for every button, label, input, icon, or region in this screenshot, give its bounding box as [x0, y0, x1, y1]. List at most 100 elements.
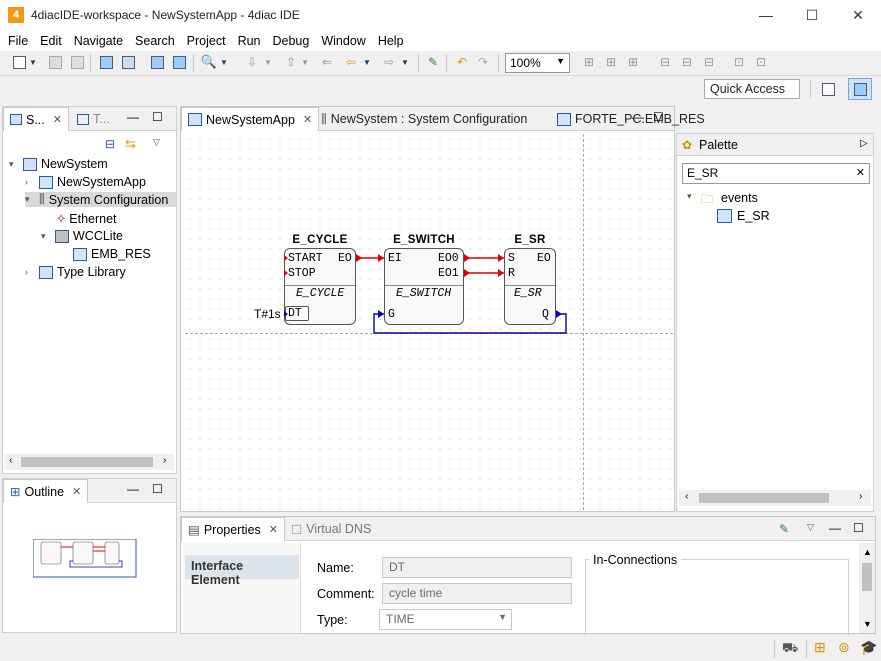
perspective-4diac-icon[interactable]	[848, 78, 872, 100]
undo-icon[interactable]: ↶	[453, 53, 471, 71]
search-dropdown-icon[interactable]: ▼	[219, 53, 229, 71]
palette-search-input[interactable]: E_SR ✕	[682, 163, 870, 184]
pin-start[interactable]: START	[288, 252, 323, 265]
close-icon[interactable]: ✕	[72, 485, 81, 498]
maximize-view-icon[interactable]: ☐	[152, 482, 163, 496]
prev-annotation-dropdown-icon[interactable]: ▼	[300, 53, 310, 71]
pin-sr-eo[interactable]: EO	[537, 252, 551, 265]
scrollbar-thumb[interactable]	[21, 457, 153, 467]
tree-item-emb-res[interactable]: EMB_RES	[73, 247, 151, 261]
menu-debug[interactable]: Debug	[273, 34, 316, 48]
outline-thumbnail[interactable]	[33, 539, 138, 579]
menu-window[interactable]: Window	[321, 34, 371, 48]
quick-access-field[interactable]: Quick Access	[704, 79, 800, 99]
maximize-button[interactable]: ☐	[789, 0, 835, 31]
back-icon[interactable]: ⇦	[342, 53, 360, 71]
parameter-dt-value[interactable]: T#1s	[254, 307, 281, 321]
tab-properties[interactable]: ▤ Properties ✕	[181, 517, 286, 541]
help-icon[interactable]: ⊚	[838, 639, 850, 656]
menu-project[interactable]: Project	[187, 34, 232, 48]
pin-ei[interactable]: EI	[388, 252, 402, 265]
type-combo[interactable]: TIME ▼	[379, 609, 512, 630]
pin-eo0[interactable]: EO0	[438, 252, 459, 265]
clear-icon[interactable]: ✕	[856, 166, 865, 179]
view-menu-icon[interactable]: ▽	[153, 137, 160, 148]
back-dropdown-icon[interactable]: ▼	[362, 53, 372, 71]
close-button[interactable]: ✕	[835, 0, 881, 31]
annotation-icon[interactable]: ⇩	[243, 53, 261, 71]
view-menu-icon[interactable]: ▽	[807, 522, 814, 533]
open-perspective-icon[interactable]	[819, 80, 837, 98]
close-icon[interactable]: ✕	[303, 113, 312, 126]
menu-search[interactable]: Search	[135, 34, 181, 48]
collapse-all-icon[interactable]: ⊟	[105, 137, 115, 151]
pin-dt[interactable]: DT	[285, 306, 309, 321]
collapse-palette-icon[interactable]: ▷	[860, 138, 868, 149]
search-icon[interactable]: 🔍	[200, 53, 218, 71]
forward-icon[interactable]: ⇨	[380, 53, 398, 71]
pin-eo1[interactable]: EO1	[438, 267, 459, 280]
zoom-combo[interactable]: 100% ▼	[505, 53, 570, 73]
new-dropdown-icon[interactable]: ▼	[28, 53, 38, 71]
save-icon[interactable]	[46, 53, 64, 71]
match-height-icon[interactable]: ⊡	[752, 53, 770, 71]
tab-virtual-dns[interactable]: ☐ Virtual DNS	[285, 517, 377, 541]
tree-item-newsystem[interactable]: ▾ NewSystem	[9, 157, 108, 171]
map-icon[interactable]: ⊞	[814, 639, 826, 656]
align-center-icon[interactable]: ⊞	[602, 53, 620, 71]
menu-run[interactable]: Run	[238, 34, 267, 48]
align-middle-icon[interactable]: ⊟	[678, 53, 696, 71]
palette-folder-events[interactable]: events	[721, 191, 758, 205]
pin-q[interactable]: Q	[542, 308, 549, 321]
save-all-icon[interactable]	[68, 53, 86, 71]
tree-item-app[interactable]: › NewSystemApp	[25, 175, 146, 189]
align-left-icon[interactable]: ⊞	[580, 53, 598, 71]
new-icon[interactable]	[10, 53, 28, 71]
tree-item-wcclite[interactable]: ▾ WCCLite	[41, 229, 123, 243]
monitor-icon[interactable]	[170, 53, 188, 71]
close-icon[interactable]: ✕	[53, 113, 62, 126]
redo-icon[interactable]: ↷	[474, 53, 492, 71]
align-top-icon[interactable]: ⊟	[656, 53, 674, 71]
align-bottom-icon[interactable]: ⊟	[700, 53, 718, 71]
tab-system-explorer[interactable]: S... ✕	[3, 107, 69, 131]
minimize-button[interactable]: —	[743, 0, 789, 31]
palette-item-e-sr[interactable]: E_SR	[737, 209, 770, 223]
link-with-editor-icon[interactable]: ⇆	[125, 136, 136, 152]
minimize-view-icon[interactable]: —	[127, 110, 139, 124]
system-icon[interactable]	[97, 53, 115, 71]
horizontal-scrollbar[interactable]: ‹ ›	[5, 454, 174, 470]
palette-horizontal-scrollbar[interactable]: ‹ ›	[679, 490, 871, 506]
task-status-icon[interactable]: ⛟	[782, 640, 798, 658]
deploy-icon[interactable]	[148, 53, 166, 71]
maximize-view-icon[interactable]: ☐	[152, 110, 163, 124]
maximize-view-icon[interactable]: ☐	[653, 110, 664, 124]
align-right-icon[interactable]: ⊞	[624, 53, 642, 71]
annotation-dropdown-icon[interactable]: ▼	[263, 53, 273, 71]
name-field[interactable]: DT	[382, 557, 572, 578]
comment-field[interactable]: cycle time	[382, 583, 572, 604]
tutorial-icon[interactable]: 🎓	[860, 639, 877, 656]
tab-newsystemapp[interactable]: NewSystemApp ✕	[181, 107, 320, 131]
type-icon[interactable]	[119, 53, 137, 71]
pin-eo[interactable]: EO	[338, 252, 352, 265]
pin-s[interactable]: S	[508, 252, 515, 265]
tab-system-configuration[interactable]: ⫼ NewSystem : System Configuration	[315, 107, 533, 131]
tree-item-type-library[interactable]: › Type Library	[25, 265, 126, 279]
pin-r[interactable]: R	[508, 267, 515, 280]
tab-type-navigator[interactable]: T...	[71, 107, 116, 131]
minimize-view-icon[interactable]: —	[632, 110, 644, 124]
tab-outline[interactable]: ⊞ Outline ✕	[3, 479, 89, 503]
pin-stop[interactable]: STOP	[288, 267, 316, 280]
tab-forte-pc-emb-res[interactable]: FORTE_PC.EMB_RES	[551, 107, 711, 131]
close-icon[interactable]: ✕	[269, 523, 278, 536]
minimize-view-icon[interactable]: —	[829, 521, 841, 535]
minimize-view-icon[interactable]: —	[127, 482, 139, 496]
vertical-scrollbar[interactable]: ▲ ▼	[859, 543, 875, 633]
last-edit-icon[interactable]: ⇐	[318, 53, 336, 71]
menu-file[interactable]: File	[8, 34, 34, 48]
tree-item-ethernet[interactable]: ⟡ Ethernet	[57, 211, 117, 226]
menu-navigate[interactable]: Navigate	[74, 34, 129, 48]
pin-properties-icon[interactable]: ✎	[779, 522, 789, 536]
forward-dropdown-icon[interactable]: ▼	[400, 53, 410, 71]
